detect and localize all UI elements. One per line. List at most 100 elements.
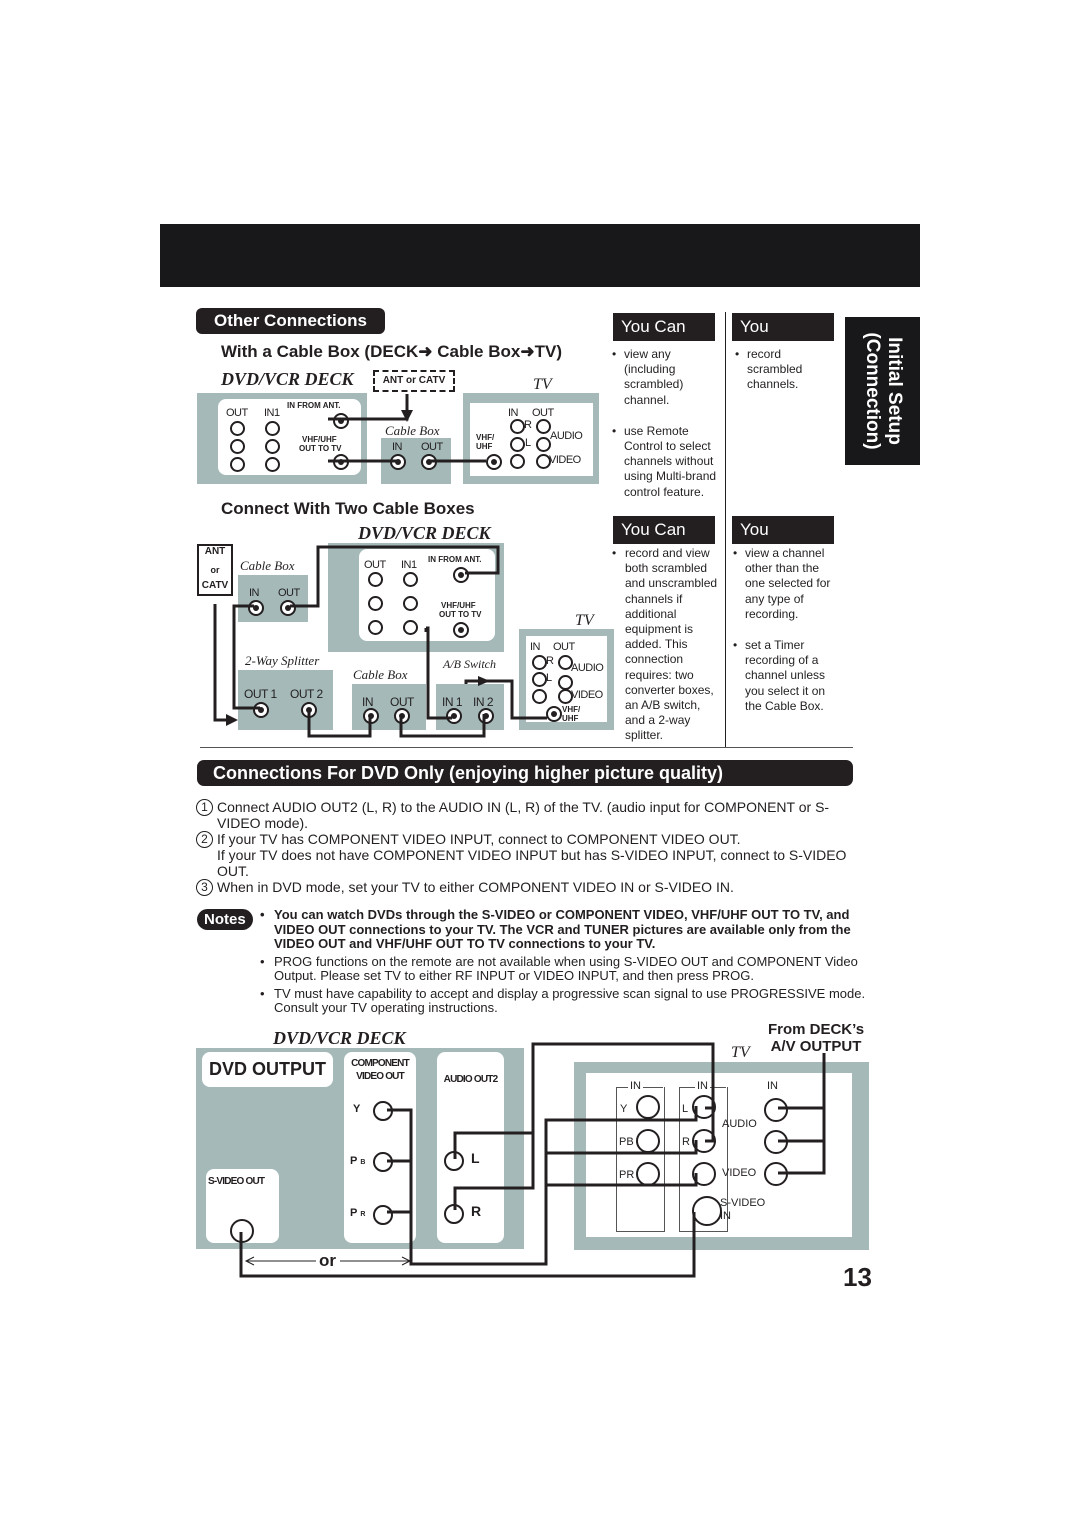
- section1-tv-panel: IN OUT VHF/ UHF R AUDIO L VIDEO: [463, 393, 599, 484]
- you-cannot-badge: You Cannot: [732, 516, 834, 563]
- or-label: or: [197, 560, 233, 580]
- ab-switch: IN 1 IN 2: [436, 684, 504, 730]
- ab-switch-title: A/B Switch: [443, 657, 496, 671]
- cb2-in-label: IN: [362, 695, 374, 709]
- component-pb-jack: [373, 1152, 393, 1172]
- step-3: 3 When in DVD mode, set your TV to either…: [196, 879, 856, 896]
- cb2-out-jack: [394, 708, 410, 724]
- deck2-in-from-ant-label: IN FROM ANT.: [428, 555, 482, 564]
- dvd-deck-panel: DVD OUTPUT COMPONENT VIDEO OUT Y PB PR A…: [196, 1048, 524, 1249]
- tv-video-label: VIDEO: [549, 454, 581, 466]
- header-bar: [160, 224, 920, 287]
- tv-uhf-label: UHF: [476, 442, 493, 451]
- tv-svideo-label: S-VIDEO IN: [720, 1197, 766, 1222]
- deck-out-jack: [230, 421, 245, 436]
- deck-jack-area: OUT IN1 IN FROM ANT. VHF/UHF OUT TO TV: [359, 549, 495, 641]
- deck-in1-label: IN1: [264, 407, 280, 419]
- deck2-vhf-label-1: VHF/UHF: [441, 601, 476, 610]
- deck-vhf-label-2: OUT TO TV: [299, 444, 342, 453]
- tv-audio-l-jack: [692, 1095, 716, 1119]
- or-label: or: [319, 1251, 336, 1270]
- step-1: 1 Connect AUDIO OUT2 (L, R) to the AUDIO …: [196, 799, 856, 831]
- audio-in-label: IN: [695, 1080, 710, 1092]
- arrow-down-icon: [401, 410, 413, 422]
- tv-input-area: IN IN IN Y PB PR L R AUDIO VIDEO S-VIDEO…: [586, 1073, 852, 1237]
- audio-out2-panel: AUDIO OUT2 L R: [437, 1052, 504, 1243]
- svideo-out-jack: [230, 1219, 254, 1243]
- component-in-label: IN: [628, 1080, 643, 1092]
- cb1-in-jack: [248, 600, 264, 616]
- cb1-out-label: OUT: [278, 587, 300, 599]
- wire-ant-to-splitter: [213, 604, 228, 722]
- tv-audio-l-out-jack: [536, 437, 551, 452]
- tv-audio-l-in-jack: [510, 437, 525, 452]
- list-item: • set a Timer recording of a channel unle…: [733, 638, 826, 713]
- tv-audio-label: AUDIO: [550, 430, 583, 442]
- audio-r-label: R: [471, 1203, 482, 1219]
- tv2-uhf-label: UHF: [562, 714, 579, 723]
- ant-catv-label: ANT or CATV: [382, 375, 446, 386]
- dvd-deck-title: DVD/VCR DECK: [273, 1028, 406, 1048]
- section1-deck-title: DVD/VCR DECK: [221, 369, 354, 389]
- tv-audio-label: AUDIO: [722, 1118, 757, 1130]
- component-label-2: VIDEO OUT: [356, 1071, 405, 1082]
- section1-title: With a Cable Box (DECK➜ Cable Box➜TV): [221, 342, 562, 361]
- you-cannot-badge: You Cannot: [732, 313, 834, 360]
- tv-r-label: R: [682, 1136, 690, 1148]
- tv2-vhf-label: VHF/: [562, 705, 581, 714]
- section-divider: [200, 747, 853, 748]
- section2-deck-title: DVD/VCR DECK: [358, 523, 491, 543]
- tv-pr-label: PR: [619, 1169, 635, 1181]
- tv-av-video-jack: [764, 1162, 788, 1186]
- notes-list: • You can watch DVDs through the S-VIDEO …: [260, 907, 885, 1016]
- pb-label: PB: [350, 1155, 366, 1167]
- step-number: 2: [196, 831, 213, 848]
- splitter-out1-label: OUT 1: [244, 687, 277, 701]
- section1-deck-panel: OUT IN1 IN FROM ANT. VHF/UHF OUT TO TV: [197, 393, 367, 484]
- deck-in-from-ant-label: IN FROM ANT.: [287, 401, 341, 410]
- component-pr-jack: [373, 1205, 393, 1225]
- tv-l-label: L: [682, 1103, 689, 1115]
- cb2-out-label: OUT: [390, 695, 414, 709]
- tv-pb-label: PB: [619, 1136, 634, 1148]
- list-item: • use Remote Control to select channels w…: [612, 423, 717, 499]
- tv-pb-jack: [636, 1129, 660, 1153]
- notes-badge: Notes: [197, 909, 253, 930]
- tv2-l-label: L: [546, 672, 552, 684]
- cb1-out-jack: [280, 600, 296, 616]
- tv2-r-label: R: [546, 655, 554, 667]
- note-item: • You can watch DVDs through the S-VIDEO …: [260, 907, 851, 951]
- av-in-label: IN: [767, 1080, 778, 1092]
- ab-in1-jack: [446, 708, 462, 724]
- tv2-r-in-jack: [532, 655, 547, 670]
- arrow-right-icon: [401, 1256, 412, 1266]
- deck-in1-jack: [265, 439, 280, 454]
- tv-vhf-label: VHF/: [476, 433, 495, 442]
- component-label-1: COMPONENT: [351, 1058, 410, 1069]
- ant-label: ANT: [197, 544, 233, 560]
- deck2-vhf-label-2: OUT TO TV: [439, 610, 482, 619]
- list-item: • record scrambled channels.: [735, 347, 803, 392]
- deck2-out-jack: [368, 572, 383, 587]
- you-can-badge: You Can: [613, 313, 715, 341]
- deck-out-jack: [230, 439, 245, 454]
- list-item: • view any (including scrambled) channel.: [612, 347, 684, 407]
- you-can-badge: You Can: [613, 516, 715, 544]
- deck-rf-out-jack: [333, 454, 349, 470]
- catv-label: CATV: [197, 580, 233, 596]
- dvd-output-label: DVD OUTPUT: [202, 1052, 333, 1087]
- deck2-out-jack: [368, 620, 383, 635]
- section2-cable-box-1: IN OUT: [238, 575, 308, 622]
- deck-out-jack: [230, 457, 245, 472]
- dvd-only-heading: Connections For DVD Only (enjoying highe…: [197, 760, 853, 786]
- tv2-video-in-jack: [532, 689, 547, 704]
- tv2-jack-area: IN OUT R AUDIO L VIDEO VHF/ UHF: [526, 636, 607, 723]
- ab-in2-jack: [478, 708, 494, 724]
- step-2: 2 If your TV has COMPONENT VIDEO INPUT, c…: [196, 831, 856, 879]
- deck-in1-jack: [265, 457, 280, 472]
- tv2-vhf-uhf-jack: [546, 706, 562, 722]
- tv-audio-r-in-jack: [510, 419, 525, 434]
- tv-y-jack: [636, 1095, 660, 1119]
- tv-svideo-in-jack: [692, 1196, 722, 1226]
- dvd-tv-panel: IN IN IN Y PB PR L R AUDIO VIDEO S-VIDEO…: [574, 1062, 869, 1250]
